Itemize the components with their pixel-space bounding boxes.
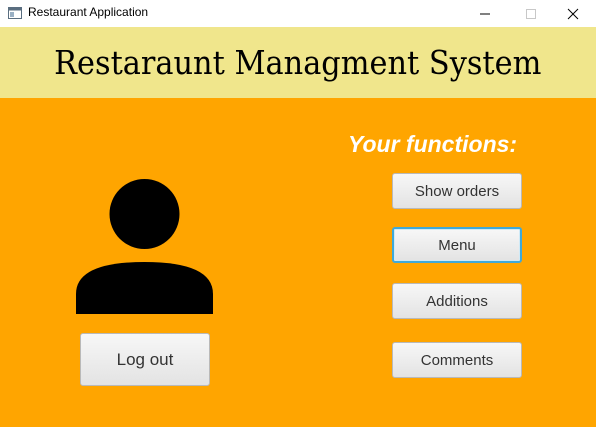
minimize-icon bbox=[480, 13, 490, 14]
comments-button[interactable]: Comments bbox=[392, 342, 522, 378]
functions-heading: Your functions: bbox=[348, 131, 518, 157]
menu-button[interactable]: Menu bbox=[392, 227, 522, 263]
maximize-icon bbox=[526, 8, 536, 19]
page-title: Restaraunt Managment System bbox=[54, 43, 542, 82]
header-banner: Restaraunt Managment System bbox=[0, 27, 596, 98]
show-orders-button[interactable]: Show orders bbox=[392, 173, 522, 209]
maximize-button[interactable] bbox=[508, 0, 554, 27]
minimize-button[interactable] bbox=[462, 0, 508, 27]
close-button[interactable] bbox=[550, 0, 596, 27]
additions-button[interactable]: Additions bbox=[392, 283, 522, 319]
window-titlebar: Restaurant Application bbox=[0, 0, 596, 27]
user-icon bbox=[76, 179, 213, 314]
window-title: Restaurant Application bbox=[28, 5, 149, 19]
main-panel: Your functions: Show orders Menu Additio… bbox=[0, 98, 596, 427]
app-window-icon bbox=[8, 7, 22, 19]
close-icon bbox=[567, 8, 579, 19]
logout-button[interactable]: Log out bbox=[80, 333, 210, 386]
